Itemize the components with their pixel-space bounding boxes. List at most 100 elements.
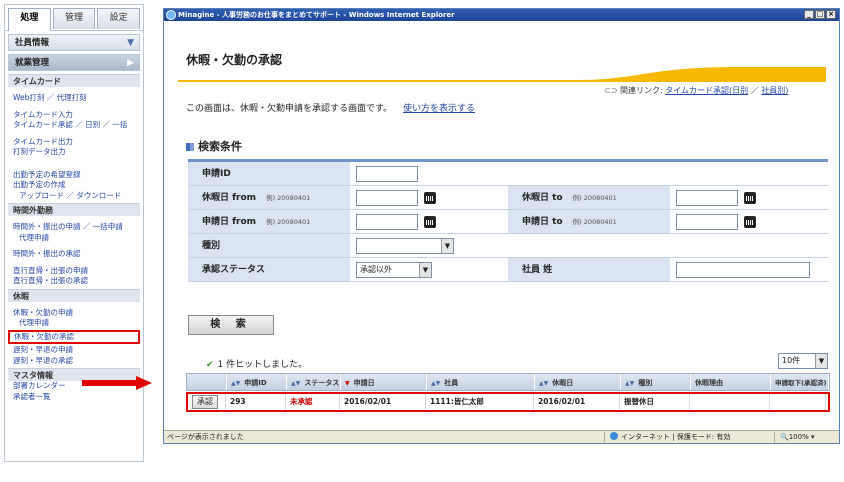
req-to-label: 申請日 to 例) 20080401 — [508, 210, 670, 233]
calendar-icon[interactable] — [424, 192, 436, 204]
related-link-timecard-daily[interactable]: タイムカード承認(日別 — [665, 86, 748, 95]
minimize-button[interactable]: _ — [804, 10, 814, 19]
cell-request-date: 2016/02/01 — [340, 394, 426, 410]
section-bullet-icon — [186, 143, 194, 151]
per-page-value: 10件 — [782, 356, 801, 365]
col-reason: 休暇理由 — [691, 374, 771, 390]
status-select-value: 承認以外 — [360, 265, 392, 274]
request-id-label: 申請ID — [188, 162, 350, 185]
close-button[interactable]: × — [826, 10, 836, 19]
zoom-level[interactable]: 🔍100% ▾ — [780, 431, 814, 443]
window-titlebar: Minagine - 人事労務のお仕事をまとめてサポート - Windows I… — [164, 9, 839, 21]
req-from-input[interactable] — [356, 214, 418, 230]
cell-status: 未承認 — [286, 394, 340, 410]
browser-statusbar: ページが表示されました インターネット | 保護モード: 有効 🔍100% ▾ — [164, 430, 839, 443]
link-proxy-request[interactable]: 代理申請 — [5, 233, 143, 244]
form-row-status: 承認ステータス 承認以外 ▼ 社員 姓 — [188, 258, 828, 282]
related-links-label: 関連リンク: — [619, 86, 663, 95]
leave-from-example: 例) 20080401 — [266, 194, 311, 202]
related-link-by-employee[interactable]: 社員別) — [761, 86, 788, 95]
per-page-select[interactable]: 10件 ▼ — [778, 353, 828, 369]
sidebar-tabs: 処理 管理 設定 — [5, 5, 143, 31]
link-proxy-request-leave[interactable]: 代理申請 — [5, 318, 143, 329]
cell-employee: 1111:皆仁太郎 — [426, 394, 534, 410]
table-row: 承認 293 未承認 2016/02/01 1111:皆仁太郎 2016/02/… — [186, 392, 830, 412]
calendar-icon[interactable] — [744, 192, 756, 204]
sort-icon: ▲▼ — [625, 380, 635, 387]
link-attend-plan-create[interactable]: 出勤予定の作成 — [5, 180, 143, 191]
cell-reason — [690, 394, 770, 410]
link-web-punch[interactable]: Web打刻 ／ 代理打刻 — [5, 93, 143, 104]
globe-icon — [610, 432, 618, 440]
hit-count: ✔ 1 件ヒットしました。 — [206, 357, 307, 370]
col-kind[interactable]: ▲▼ 種別 — [621, 374, 691, 390]
leave-to-example: 例) 20080401 — [572, 194, 617, 202]
employee-name-input[interactable] — [676, 262, 810, 278]
leave-to-input[interactable] — [676, 190, 738, 206]
col-request-id[interactable]: ▲▼ 申請ID — [227, 374, 287, 390]
table-header: ▲▼ 申請ID ▲▼ ステータス ▼ 申請日 ▲▼ 社員 ▲▼ 休暇日 ▲▼ 種別 休暇理由… — [186, 373, 830, 391]
link-leave-approve[interactable]: 休暇・欠勤の承認 — [8, 329, 140, 344]
req-from-example: 例) 20080401 — [266, 218, 311, 226]
link-punch-data-output[interactable]: 打刻データ出力 — [5, 147, 143, 158]
section-work-management-label: 就業管理 — [15, 58, 50, 68]
link-chain-icon: ⊂⊃ — [604, 86, 618, 95]
link-timecard-approve[interactable]: タイムカード承認 ／ 日別 ／ 一括 — [5, 120, 143, 131]
section-employee-info[interactable]: 社員情報 ▼ — [8, 34, 140, 51]
zoom-value: 100% — [788, 433, 809, 441]
tab-management[interactable]: 管理 — [52, 8, 96, 29]
req-from-text: 申請日 from — [202, 217, 257, 227]
col-request-date[interactable]: ▼ 申請日 — [341, 374, 427, 390]
link-timecard-output[interactable]: タイムカード出力 — [5, 137, 143, 148]
link-approver-list[interactable]: 承認者一覧 — [5, 392, 143, 403]
approve-button[interactable]: 承認 — [192, 395, 218, 409]
tab-settings[interactable]: 設定 — [97, 8, 141, 29]
leave-to-label: 休暇日 to 例) 20080401 — [508, 186, 670, 209]
cell-leave-date: 2016/02/01 — [534, 394, 620, 410]
search-button[interactable]: 検 索 — [188, 315, 274, 335]
link-attend-plan-request[interactable]: 出勤予定の希望登録 — [5, 170, 143, 181]
req-from-label: 申請日 from 例) 20080401 — [188, 210, 350, 233]
calendar-icon[interactable] — [744, 216, 756, 228]
tab-processing[interactable]: 処理 — [8, 8, 51, 31]
chevron-right-icon: ▶ — [127, 58, 134, 68]
sidebar: 処理 管理 設定 社員情報 ▼ 就業管理 ▶ タイムカード Web打刻 ／ 代理… — [4, 4, 144, 462]
col-status[interactable]: ▲▼ ステータス — [287, 374, 341, 390]
status-text: ページが表示されました — [167, 433, 244, 441]
chevron-down-icon: ▼ — [419, 263, 431, 277]
chevron-down-icon: ▼ — [441, 239, 453, 253]
link-timecard-input[interactable]: タイムカード入力 — [5, 110, 143, 121]
category-overtime: 時間外勤務 — [8, 203, 140, 216]
form-row-request-date: 申請日 from 例) 20080401 申請日 to 例) 20080401 — [188, 210, 828, 234]
col-withdraw: 申請取下(承認済) — [771, 374, 829, 390]
link-overtime-approve[interactable]: 時間外・振出の承認 — [5, 249, 143, 260]
status-select[interactable]: 承認以外 ▼ — [356, 262, 432, 278]
link-upload-download[interactable]: アップロード ／ ダウンロード — [5, 191, 143, 202]
link-late-approve[interactable]: 遅刻・早退の承認 — [5, 356, 143, 367]
howto-link[interactable]: 使い方を表示する — [403, 104, 475, 114]
link-direct-request[interactable]: 直行直帰・出張の申請 — [5, 266, 143, 277]
link-late-request[interactable]: 遅刻・早退の申請 — [5, 345, 143, 356]
maximize-button[interactable]: □ — [815, 10, 825, 19]
employee-name-label: 社員 姓 — [508, 258, 670, 281]
req-to-input[interactable] — [676, 214, 738, 230]
section-work-management[interactable]: 就業管理 ▶ — [8, 54, 140, 71]
chevron-down-icon: ▼ — [815, 354, 827, 368]
search-conditions-label: 検索条件 — [198, 140, 242, 153]
kind-select[interactable]: ▼ — [356, 238, 454, 254]
leave-from-input[interactable] — [356, 190, 418, 206]
col-leave-date[interactable]: ▲▼ 休暇日 — [535, 374, 621, 390]
red-arrow-icon — [82, 376, 152, 390]
section-employee-info-label: 社員情報 — [15, 38, 50, 48]
link-direct-approve[interactable]: 直行直帰・出張の承認 — [5, 276, 143, 287]
related-links-separator: ／ — [750, 86, 759, 95]
col-employee[interactable]: ▲▼ 社員 — [427, 374, 535, 390]
link-overtime-request[interactable]: 時間外・振出の申請 ／ 一括申請 — [5, 222, 143, 233]
page-content: 休暇・欠勤の承認 ⊂⊃ 関連リンク: タイムカード承認(日別 ／ 社員別) この… — [164, 21, 839, 431]
link-leave-request[interactable]: 休暇・欠勤の申請 — [5, 308, 143, 319]
request-id-input[interactable] — [356, 166, 418, 182]
status-label: 承認ステータス — [188, 258, 350, 281]
calendar-icon[interactable] — [424, 216, 436, 228]
cell-withdraw — [770, 394, 826, 410]
sort-desc-icon: ▼ — [345, 380, 350, 387]
